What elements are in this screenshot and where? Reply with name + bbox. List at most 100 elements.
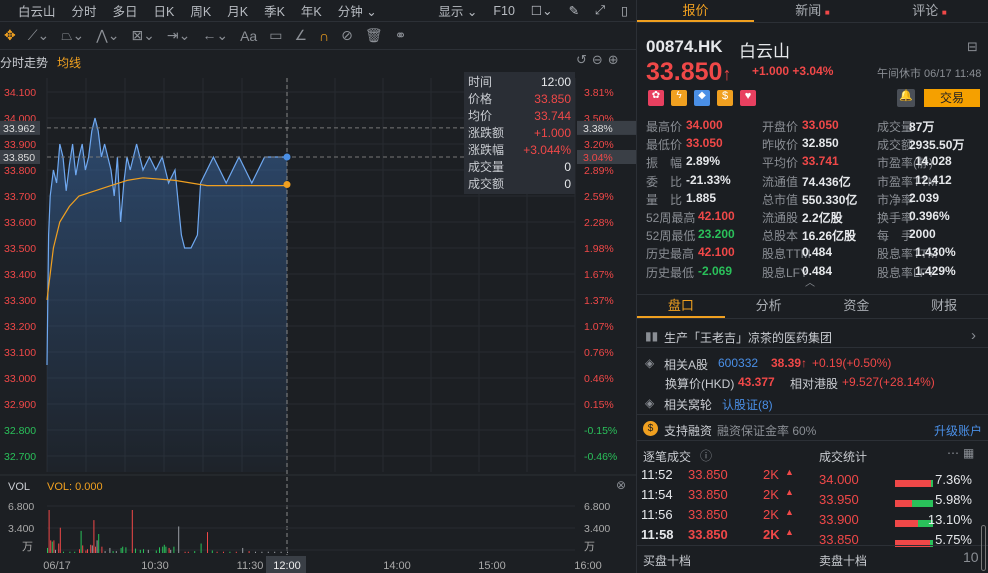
chart-tab-avg[interactable]: 均线 — [57, 54, 81, 71]
scrollbar[interactable] — [981, 525, 986, 571]
angle-icon[interactable]: ∠ — [294, 27, 307, 44]
tab-news[interactable]: 新闻 ■ — [754, 0, 871, 22]
stat-label: 最高价 — [646, 120, 683, 134]
f10-button[interactable]: F10 — [485, 4, 523, 18]
trade-button[interactable]: 交易 — [924, 89, 980, 107]
tooltip-row: 涨跌额 +1.000 — [468, 126, 571, 140]
company-desc[interactable]: 生产「王老吉」凉茶的医药集团 — [664, 329, 832, 346]
stat-value: 1.885 — [686, 190, 717, 205]
tick-cell: 11:56 — [641, 507, 673, 522]
volume-bar — [58, 543, 60, 553]
volume-bar — [50, 540, 52, 553]
y-tick-label: 33.700 — [4, 191, 36, 203]
layout-dropdown[interactable]: ☐⌄ — [523, 3, 561, 18]
warrant-link[interactable]: 认股证(8) — [722, 396, 773, 413]
upgrade-link[interactable]: 升级账户 — [934, 422, 982, 439]
stock-name-tab[interactable]: 白云山 — [0, 1, 64, 20]
stat-value: -2.069 — [698, 263, 733, 278]
heart-icon[interactable]: ♥ — [740, 90, 756, 106]
tab-multiday[interactable]: 多日 — [105, 1, 146, 20]
bell-icon[interactable]: 🔔 — [897, 89, 915, 107]
level2-icon[interactable]: ϟ — [671, 90, 687, 106]
stat-value: 14.028 — [915, 154, 952, 169]
stat-value: 32.850 — [802, 136, 839, 151]
volume-bar — [85, 550, 87, 553]
tooltip-row: 均价 33.744 — [468, 109, 571, 123]
text-tool-icon[interactable]: Aa — [240, 28, 257, 44]
tooltip-row: 时间 12:00 — [468, 75, 571, 89]
price-area — [47, 118, 287, 472]
stat-label: 成交额 — [877, 138, 914, 153]
volume-bar — [96, 540, 98, 553]
arrow-tool-icon[interactable]: ←⌄ — [202, 27, 228, 44]
pct-tick-label: 1.07% — [584, 321, 614, 333]
buy-sell-bar — [895, 496, 933, 510]
close-vol-icon[interactable]: ⊗ — [616, 478, 626, 492]
pct-tick-label: 1.37% — [584, 295, 614, 307]
y-tick-label: 34.100 — [4, 87, 36, 99]
chevron-right-icon[interactable]: › — [971, 327, 976, 344]
subtab-analysis[interactable]: 分析 — [725, 295, 813, 318]
tab-monthly-k[interactable]: 月K — [219, 1, 256, 20]
stat-label: 昨收价 — [762, 138, 799, 153]
stat-value: 2.89% — [686, 154, 721, 169]
polygon-tool-icon[interactable]: ⏢⌄ — [61, 27, 84, 44]
hkd-value: 43.377 — [738, 375, 775, 389]
link-icon[interactable]: ⚭ — [395, 27, 407, 44]
magnet-icon[interactable]: ∩ — [319, 28, 329, 44]
depth-selector[interactable]: 10 — [963, 549, 979, 565]
a-share-code[interactable]: 600332 — [718, 356, 758, 370]
subtab-financials[interactable]: 财报 — [900, 295, 988, 318]
stat-value: 34.000 — [686, 118, 723, 132]
tab-quarterly-k[interactable]: 季K — [256, 1, 293, 20]
collapse-icon[interactable]: ︿ — [805, 274, 815, 289]
volume-bar — [91, 545, 93, 553]
volume-bar — [211, 550, 213, 553]
volume-bar — [194, 551, 196, 553]
fib-tool-icon[interactable]: ⊠⌄ — [131, 27, 154, 44]
pct-tick-label: 2.28% — [584, 217, 614, 229]
volume-bar — [55, 549, 56, 553]
chart-tab-trend[interactable]: 分时走势 — [0, 54, 48, 71]
dollar-icon[interactable]: $ — [717, 90, 733, 106]
subtab-funds[interactable]: 资金 — [813, 295, 901, 318]
tab-daily-k[interactable]: 日K — [146, 1, 183, 20]
tick-cell: 2K — [763, 527, 780, 542]
x-tick-label: 06/17 — [43, 560, 71, 572]
display-dropdown[interactable]: 显示 ⌄ — [430, 1, 485, 20]
volume-bar — [74, 551, 76, 553]
volume-bar — [95, 546, 96, 553]
tab-intraday[interactable]: 分时 — [64, 1, 105, 20]
stat-label: 流通值 — [762, 174, 799, 189]
volume-bar — [261, 551, 263, 553]
tab-minute[interactable]: 分钟 ⌄ — [330, 1, 385, 20]
panel-toggle-icon[interactable]: ▯ — [613, 3, 636, 18]
stat-label: 委 比 — [646, 174, 683, 189]
tag-icon[interactable]: ◆ — [694, 90, 710, 106]
stat-value: 33.050 — [686, 136, 723, 151]
stat-value: 1.430% — [915, 245, 956, 260]
volume-bar — [187, 551, 189, 553]
zoom-controls[interactable]: ↺⊖⊕ — [576, 52, 624, 68]
pencil-icon[interactable]: ✎ — [561, 3, 587, 18]
hide-icon[interactable]: ⊘ — [341, 27, 353, 44]
stat-label: 开盘价 — [762, 120, 799, 134]
trash-icon[interactable]: 🗑 — [365, 27, 383, 44]
fullscreen-icon[interactable]: ⤢ — [587, 3, 613, 18]
line-tool-icon[interactable]: ⟋⌄ — [28, 27, 50, 44]
move-icon[interactable]: ✥ — [4, 27, 16, 44]
range-tool-icon[interactable]: ⇥⌄ — [167, 27, 190, 44]
more-icon[interactable]: ⋯▦ — [947, 446, 978, 460]
tab-weekly-k[interactable]: 周K — [182, 1, 219, 20]
comment-icon[interactable]: ▭ — [269, 27, 282, 44]
wave-tool-icon[interactable]: ⋀⌄ — [96, 27, 119, 44]
hk-flag-icon[interactable]: ✿ — [648, 90, 664, 106]
vol-unit: 万 — [584, 541, 595, 553]
tab-comments[interactable]: 评论 ■ — [871, 0, 988, 22]
menu-icon[interactable]: ⊟ — [967, 39, 978, 55]
tab-quote[interactable]: 报价 — [637, 0, 754, 22]
market-status: 午间休市 06/17 11:48 — [877, 68, 982, 80]
subtab-orderbook[interactable]: 盘口 — [637, 295, 725, 318]
help-icon[interactable]: ⓘ — [700, 447, 712, 464]
tab-yearly-k[interactable]: 年K — [293, 1, 330, 20]
